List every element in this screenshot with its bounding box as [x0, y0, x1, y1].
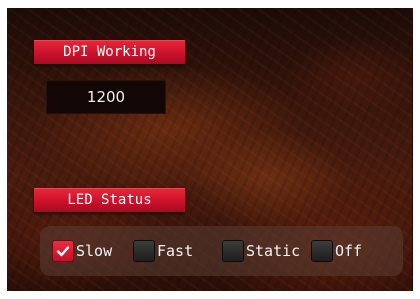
led-option-off[interactable]: Off [312, 239, 362, 263]
checkmark-icon [56, 246, 70, 257]
off-checkbox[interactable] [312, 241, 332, 261]
off-label: Off [335, 242, 363, 260]
dpi-working-label: DPI Working [34, 40, 185, 64]
fast-label: Fast [157, 242, 194, 260]
static-label: Static [246, 242, 301, 260]
static-checkbox[interactable] [223, 241, 243, 261]
settings-panel: DPI Working 1200 LED Status Slow Fast St… [7, 8, 413, 291]
dpi-value-field[interactable]: 1200 [46, 80, 166, 114]
slow-checkbox[interactable] [53, 241, 73, 261]
led-options-panel: Slow Fast Static Off [40, 226, 403, 276]
led-option-static[interactable]: Static [223, 239, 300, 263]
led-option-fast[interactable]: Fast [134, 239, 193, 263]
slow-label: Slow [76, 242, 113, 260]
fast-checkbox[interactable] [134, 241, 154, 261]
led-status-label: LED Status [34, 188, 185, 212]
led-option-slow[interactable]: Slow [53, 239, 112, 263]
